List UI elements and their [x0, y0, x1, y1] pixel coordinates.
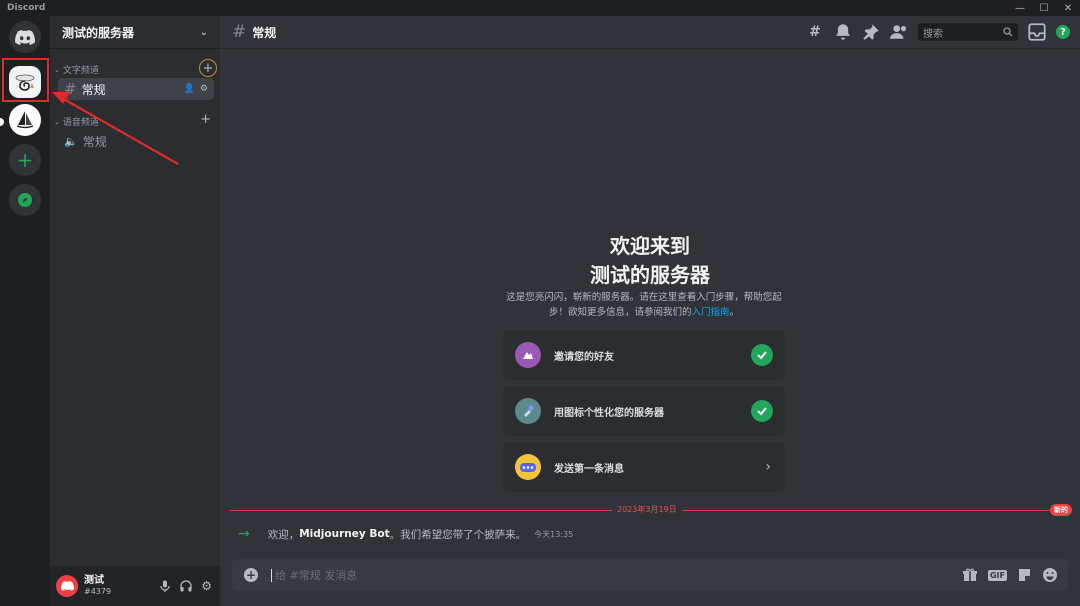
message-prefix: 欢迎， [267, 528, 300, 541]
gif-button[interactable]: GIF [987, 569, 1007, 581]
new-badge: 新的 [1050, 504, 1072, 516]
message-input[interactable]: 给 #常规 发消息 [271, 568, 357, 582]
category-text-channels[interactable]: ⌄ 文字频道 [54, 63, 99, 77]
hash-icon: # [64, 80, 77, 98]
message-timestamp: 今天13:35 [534, 529, 574, 539]
search-input[interactable]: 搜索 [918, 23, 1018, 41]
checklist-card-icon[interactable]: 用图标个性化您的服务器 [503, 386, 785, 436]
pin-icon[interactable] [862, 23, 880, 41]
checkmark-icon [751, 400, 773, 422]
annotation-highlight-box [2, 58, 49, 102]
add-server-button[interactable]: + [9, 144, 41, 176]
card-label: 邀请您的好友 [554, 351, 614, 363]
add-attachment-button[interactable]: + [244, 568, 258, 582]
chevron-down-icon: ⌄ [199, 26, 208, 38]
header-toolbar: # 搜索 ? [806, 23, 1070, 41]
sticker-icon[interactable] [1017, 568, 1032, 583]
hash-icon: # [232, 22, 247, 42]
username: 测试 [84, 575, 104, 586]
chevron-right-icon: › [765, 459, 771, 475]
microphone-icon[interactable] [159, 580, 171, 592]
checklist-card-invite[interactable]: 邀请您的好友 [503, 330, 785, 380]
home-button[interactable] [9, 21, 41, 53]
gear-icon[interactable]: ⚙ [201, 580, 212, 592]
server-header[interactable]: 测试的服务器 ⌄ [50, 16, 220, 49]
explore-servers-button[interactable] [9, 184, 41, 216]
category-label: 语音频道 [62, 118, 99, 128]
category-label: 文字频道 [62, 66, 99, 76]
emoji-icon[interactable] [1042, 567, 1058, 583]
welcome-heading-line1: 欢迎来到 [610, 234, 690, 258]
getting-started-link[interactable]: 入门指南 [691, 307, 729, 318]
main-content: # 常规 # 搜索 ? 欢迎来到 测试的服务器 这是您亮闪闪，崭新的服务器。请在… [220, 16, 1080, 606]
plus-icon: + [202, 60, 214, 76]
gift-icon[interactable] [962, 567, 978, 583]
search-icon [1003, 27, 1013, 37]
members-icon[interactable] [890, 23, 908, 41]
checkmark-icon [751, 344, 773, 366]
help-icon[interactable]: ? [1056, 25, 1070, 39]
invite-icon[interactable]: 👤 [184, 84, 195, 94]
card-label: 发送第一条消息 [554, 463, 624, 475]
discord-logo-icon [15, 29, 35, 45]
divider-date: 2023年3月19日 [612, 504, 682, 515]
headphones-icon[interactable] [180, 580, 192, 592]
compass-icon [18, 193, 32, 207]
channel-item-general-voice[interactable]: 🔈 常规 [58, 130, 214, 152]
user-tag: #4379 [84, 587, 112, 596]
sailboat-icon [16, 111, 34, 129]
brush-icon [515, 398, 541, 424]
speaker-icon: 🔈 [64, 134, 78, 148]
server-rail: + [0, 16, 50, 606]
checklist-card-first-message[interactable]: 发送第一条消息 › [503, 442, 785, 492]
chat-bubble-icon [515, 454, 541, 480]
window-controls: — ☐ ✕ [1008, 0, 1080, 16]
discord-logo-icon [60, 581, 74, 591]
search-placeholder: 搜索 [923, 28, 943, 40]
message-suffix: 。我们希望您带了个披萨来。 [389, 528, 527, 541]
chevron-down-icon: ⌄ [54, 117, 60, 126]
app-title: Discord [7, 3, 46, 13]
plus-icon: + [16, 148, 34, 172]
avatar[interactable] [56, 575, 78, 597]
channel-label: 常规 [82, 134, 107, 149]
server-icon-midjourney[interactable] [9, 104, 41, 136]
gear-icon[interactable]: ⚙ [200, 84, 208, 94]
threads-icon[interactable]: # [806, 23, 824, 41]
inbox-icon[interactable] [1028, 23, 1046, 41]
invite-friends-icon [515, 342, 541, 368]
channel-sidebar: 测试的服务器 ⌄ ⌄ 文字频道 + # 常规 👤 ⚙ ⌄ 语音频道 + 🔈 常规… [50, 16, 220, 606]
welcome-description: 这是您亮闪闪，崭新的服务器。请在这里查看入门步骤，帮助您起步！欲知更多信息，请参… [502, 290, 786, 320]
channel-label: 常规 [81, 82, 106, 97]
chevron-down-icon: ⌄ [54, 65, 60, 74]
title-bar: Discord — ☐ ✕ [0, 0, 1080, 16]
join-arrow-icon: → [238, 526, 250, 542]
welcome-heading-line2: 测试的服务器 [590, 263, 710, 287]
welcome-desc-text: 这是您亮闪闪，崭新的服务器。请在这里查看入门步骤，帮助您起步！欲知更多信息，请参… [506, 292, 782, 318]
user-panel: 测试 #4379 ⚙ [50, 566, 220, 606]
channel-item-general-text[interactable]: # 常规 👤 ⚙ [58, 78, 214, 100]
channel-header: # 常规 # 搜索 ? [220, 16, 1080, 49]
system-message: → 欢迎， Midjourney Bot 。我们希望您带了个披萨来。 今天13:35 [238, 526, 573, 542]
close-button[interactable]: ✕ [1056, 0, 1080, 16]
welcome-desc-end: 。 [729, 307, 740, 318]
create-voice-channel-button[interactable]: + [200, 112, 211, 127]
server-name: 测试的服务器 [62, 25, 135, 40]
channel-title: 常规 [252, 25, 277, 40]
bot-username[interactable]: Midjourney Bot [299, 528, 389, 540]
minimize-button[interactable]: — [1008, 0, 1032, 16]
maximize-button[interactable]: ☐ [1032, 0, 1056, 16]
category-voice-channels[interactable]: ⌄ 语音频道 [54, 115, 99, 129]
bell-icon[interactable] [834, 23, 852, 41]
unread-pill [0, 118, 4, 126]
message-composer[interactable]: + 给 #常规 发消息 GIF [232, 559, 1068, 591]
create-channel-button[interactable]: + [199, 59, 217, 77]
card-label: 用图标个性化您的服务器 [554, 407, 664, 419]
